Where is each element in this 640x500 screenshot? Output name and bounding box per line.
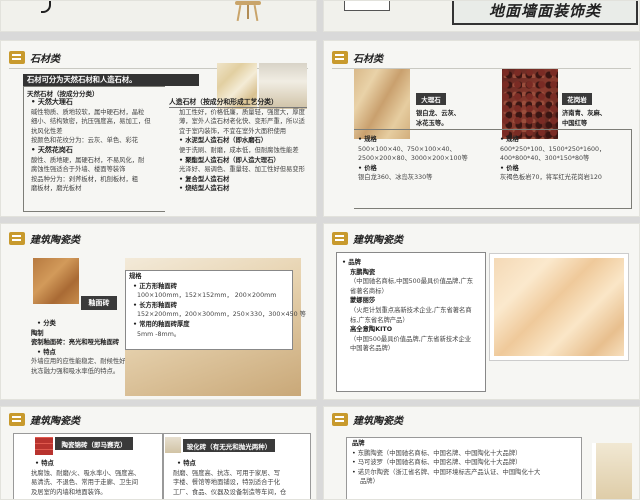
type-line: 便于洗刷、耐磨，成本低，但耐腐蚀性能差 [179, 146, 299, 154]
slide-header: 石材类 [9, 49, 60, 65]
decor-curve [41, 1, 51, 13]
granite-label: 花岗岩 [562, 93, 592, 105]
slide-stone-right[interactable]: 石材类 大理石 银白龙、云灰、 冰花玉等。 花岗岩 济南青、灰麻、 中国红等 规… [323, 40, 640, 217]
type-title: 烧结型人造石材 [179, 184, 309, 194]
artificial-line: 加工性好，价格低廉，质量轻，强度大，厚度 [179, 108, 305, 116]
glazed-label: 玻化砖（有无光和抛光两种） [183, 439, 275, 452]
marble-label: 大理石 [416, 93, 446, 105]
slide-ceramic-right-2[interactable]: 建筑陶瓷类 品牌 东鹏陶瓷（中国驰名商标、中国名牌、中国陶化十大品牌） 马可波罗… [323, 406, 640, 500]
marble-colors: 银白龙、云灰、 冰花玉等。 [416, 110, 461, 127]
slide-title: 建筑陶瓷类 [30, 234, 80, 246]
mosaic-label: 陶瓷锦砖（即马赛克） [55, 437, 133, 450]
flag-icon [9, 50, 25, 64]
slide-ceramic-left-1[interactable]: 建筑陶瓷类 釉面砖 分类 陶制 瓷制釉面砖：亮光和哑光釉面砖 特点 外墙应用的应… [0, 223, 317, 400]
slide-title: 石材类 [30, 53, 60, 65]
flag-icon [332, 231, 348, 245]
slide-top-right[interactable]: 地面墙面装饰类 [323, 0, 640, 32]
slide-title: 建筑陶瓷类 [353, 415, 403, 427]
title-banner: 地面墙面装饰类 [452, 1, 638, 25]
artificial-block: 人造石材（按成分和形成工艺分类） 加工性好，价格低廉，质量轻，强度大，厚度 薄，… [169, 98, 309, 194]
type-line: 光泽好、易调色、重量轻、加工性好但易变形 [179, 166, 305, 174]
artificial-line: 宜于室内装饰，不宜在室外大面积使用 [179, 127, 287, 135]
marble-tile-photo [490, 254, 628, 360]
flag-icon [9, 231, 25, 245]
granite-spec: 规格 600*250*100、1500*250*1600， 400*800*40… [500, 135, 605, 183]
slide-header: 建筑陶瓷类 [332, 411, 403, 427]
mosaic-block: 特点 抗腐蚀、耐磨/火、吸水率小、强度高、 易清洗、不退色、常用于走廊、卫生间 … [31, 459, 161, 497]
marble-spec: 规格 500×100×40、750×100×40、 2500×200×80、30… [358, 135, 468, 183]
brand-block: 品牌 东鹏陶瓷（中国驰名商标、中国名牌、中国陶化十大品牌） 马可波罗（中国驰名商… [352, 439, 580, 487]
tile-label: 釉面砖 [81, 296, 117, 310]
mosaic-photo [35, 437, 53, 455]
type-title: 复合型人造石材 [179, 175, 309, 185]
slide-header: 建筑陶瓷类 [9, 411, 80, 427]
stool-image [233, 1, 263, 22]
flag-icon [332, 412, 348, 426]
brand-block: 品牌 东鹏陶瓷 （中国驰名商标,中国500最具价值品牌,广东 省著名商标） 蒙娜… [342, 258, 482, 354]
artificial-rule [169, 107, 307, 108]
floor-photo [592, 443, 632, 499]
type-title: 水泥型人造石材（即水磨石） [179, 136, 309, 146]
slide-title: 建筑陶瓷类 [30, 415, 80, 427]
flag-icon [9, 412, 25, 426]
title-banner-text: 地面墙面装饰类 [488, 1, 601, 20]
slide-header: 建筑陶瓷类 [9, 230, 80, 246]
type-title: 聚酯型人造石材（即人造大理石） [179, 156, 309, 166]
spec-block: 规格 正方形釉面砖 100×100mm，152×152mm， 200×200mm… [129, 272, 306, 339]
slide-title: 建筑陶瓷类 [353, 234, 403, 246]
granite-colors: 济南青、灰麻、 中国红等 [562, 110, 607, 127]
slide-title: 石材类 [353, 53, 383, 65]
small-rect [344, 1, 390, 11]
glazed-photo [165, 437, 181, 453]
heading-box: 石材可分为天然石材和人造石材。 [23, 74, 199, 86]
glazed-block: 特点 耐磨、强度高、抗冻、可用于家居、写 字楼、餐馆等地面铺设，特别适合于化 工… [173, 459, 309, 497]
flag-icon [332, 50, 348, 64]
slide-top-left[interactable] [0, 0, 317, 32]
glazed-tile-photo [33, 258, 79, 304]
slide-ceramic-left-2[interactable]: 建筑陶瓷类 陶瓷锦砖（即马赛克） 特点 抗腐蚀、耐磨/火、吸水率小、强度高、 易… [0, 406, 317, 500]
slide-stone-left[interactable]: 石材类 石材可分为天然石材和人造石材。 天然石材（按成分分类） 天然大理石 碱性… [0, 40, 317, 217]
tile-class-block: 分类 陶制 瓷制釉面砖：亮光和哑光釉面砖 特点 外墙应用的应性能稳定、耐候性好，… [31, 319, 132, 377]
artificial-line: 薄，室外人造石材老化快、变形严重，所以适 [179, 118, 305, 126]
slide-header: 建筑陶瓷类 [332, 230, 403, 246]
slide-header: 石材类 [332, 49, 383, 65]
left-bracket [23, 86, 165, 212]
slide-ceramic-right-1[interactable]: 建筑陶瓷类 品牌 东鹏陶瓷 （中国驰名商标,中国500最具价值品牌,广东 省著名… [323, 223, 640, 400]
